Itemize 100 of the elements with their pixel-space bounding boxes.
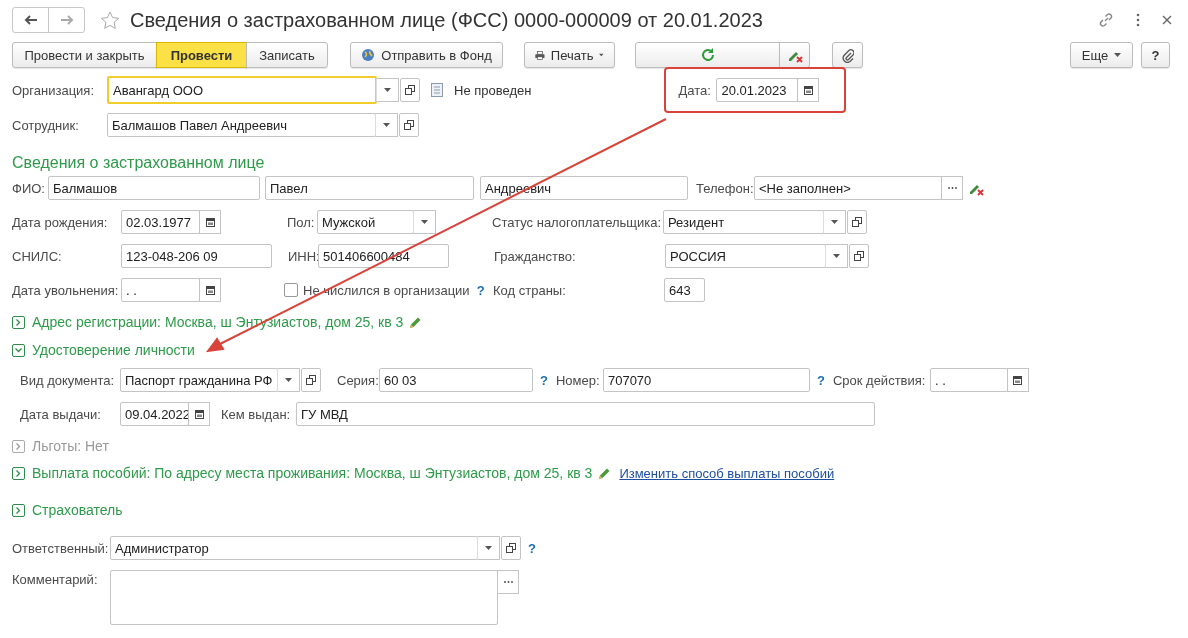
- dropdown-button[interactable]: [477, 536, 500, 560]
- help-link[interactable]: ?: [476, 282, 485, 298]
- dropdown-button[interactable]: [376, 78, 399, 102]
- field-label: Дата рождения:: [12, 214, 109, 230]
- open-button[interactable]: [400, 78, 420, 102]
- open-button[interactable]: [399, 113, 419, 137]
- field-label: ФИО:: [12, 180, 46, 196]
- open-button[interactable]: [847, 210, 867, 234]
- window-icon: [405, 85, 415, 95]
- calendar-button[interactable]: [797, 78, 820, 102]
- caret-icon: [383, 123, 390, 127]
- toolbar-button[interactable]: Записать: [246, 42, 328, 68]
- input-field[interactable]: 20.01.2023: [716, 78, 799, 102]
- group-title[interactable]: Страхователь: [32, 502, 123, 518]
- toolbar-button[interactable]: Провести и закрыть: [12, 42, 157, 68]
- dropdown-button[interactable]: [825, 244, 848, 268]
- calendar-icon: [803, 85, 813, 95]
- input-field[interactable]: . .: [121, 278, 200, 302]
- field-label: Номер:: [555, 372, 601, 388]
- attach-button[interactable]: [832, 42, 863, 68]
- field-label: Гражданство:: [494, 248, 577, 264]
- pencil-icon[interactable]: [598, 466, 612, 480]
- expander-button[interactable]: [12, 315, 25, 329]
- caret-icon: [421, 220, 428, 224]
- checkbox-label[interactable]: Не числился в организации: [303, 282, 470, 298]
- field-label: Телефон:: [696, 180, 754, 196]
- pencil-icon[interactable]: [409, 315, 423, 329]
- group-title[interactable]: Выплата пособий: По адресу места проживания: Москва, ш Энтузиастов, дом 25, кв 3: [32, 465, 593, 481]
- field-label: Срок действия:: [832, 372, 927, 388]
- input-field[interactable]: 707070: [602, 368, 810, 392]
- field-label: Дата увольнения:: [12, 282, 120, 298]
- chevron-down-icon: [15, 347, 22, 353]
- field-label: Дата выдачи:: [20, 406, 102, 422]
- close-icon[interactable]: [1162, 15, 1172, 25]
- help-link[interactable]: ?: [540, 372, 548, 388]
- print-button[interactable]: Печать: [524, 42, 615, 68]
- change-payment-link[interactable]: Изменить способ выплаты пособий: [619, 465, 835, 481]
- open-button[interactable]: [849, 244, 869, 268]
- input-field[interactable]: 02.03.1977: [121, 210, 200, 234]
- calendar-icon: [194, 409, 204, 419]
- help-link[interactable]: ?: [816, 372, 825, 388]
- input-field[interactable]: ГУ МВД: [296, 402, 875, 426]
- document-icon: [431, 83, 443, 97]
- input-field[interactable]: РОССИЯ: [665, 244, 826, 268]
- input-field[interactable]: 123-048-206 09: [121, 244, 272, 268]
- field-label: Код страны:: [493, 282, 567, 298]
- more-button[interactable]: Еще: [1070, 42, 1133, 68]
- window-title: Сведения о застрахованном лице (ФСС) 0000-000009 от 20.01.2023: [130, 8, 763, 32]
- dropdown-button[interactable]: [823, 210, 846, 234]
- input-field[interactable]: Балмашов Павел Андреевич: [107, 113, 376, 137]
- field-label: Статус налогоплательщика:: [492, 214, 663, 230]
- calendar-button[interactable]: [188, 402, 210, 426]
- toolbar-button[interactable]: Провести: [156, 42, 247, 68]
- input-field[interactable]: <Не заполнен>: [754, 176, 942, 200]
- window-icon: [852, 217, 862, 227]
- caret-icon: [833, 254, 840, 258]
- expander-button[interactable]: [12, 466, 25, 480]
- clear-button[interactable]: [779, 42, 810, 68]
- dropdown-button[interactable]: [413, 210, 436, 234]
- help-link[interactable]: ?: [528, 540, 536, 556]
- calendar-button[interactable]: [199, 210, 221, 234]
- forward-arrow-icon: [59, 15, 74, 25]
- input-field[interactable]: Администратор: [110, 536, 478, 560]
- input-field[interactable]: . .: [929, 368, 1008, 392]
- checkbox[interactable]: [284, 283, 298, 297]
- open-button[interactable]: [301, 368, 321, 392]
- input-field[interactable]: Резидент: [663, 210, 824, 234]
- star-icon[interactable]: [100, 10, 120, 30]
- calendar-icon: [205, 285, 215, 295]
- expander-button[interactable]: [12, 343, 25, 357]
- input-field[interactable]: Балмашов: [48, 176, 260, 200]
- input-field[interactable]: Авангард ООО: [107, 76, 377, 104]
- field-label: Пол:: [287, 214, 316, 230]
- window-icon: [506, 543, 516, 553]
- window-icon: [404, 120, 414, 130]
- calendar-button[interactable]: [1006, 368, 1029, 392]
- input-field[interactable]: 643: [664, 278, 705, 302]
- input-field[interactable]: Мужской: [317, 210, 414, 234]
- posting-status: Не проведен: [454, 82, 532, 98]
- expander-button[interactable]: [12, 503, 25, 517]
- caret-icon: [1114, 53, 1122, 57]
- dropdown-button[interactable]: [375, 113, 398, 137]
- link-icon[interactable]: [1098, 12, 1114, 28]
- calendar-icon: [1013, 375, 1023, 385]
- group-title[interactable]: Удостоверение личности: [32, 342, 195, 358]
- input-field[interactable]: 09.04.2022: [120, 402, 189, 426]
- chevron-right-icon: [16, 506, 21, 514]
- input-field[interactable]: Паспорт гражданина РФ: [120, 368, 278, 392]
- open-button[interactable]: [501, 536, 521, 560]
- field-label: Комментарий:: [12, 572, 99, 587]
- menu-icon[interactable]: [1136, 13, 1140, 27]
- input-field[interactable]: 60 03: [379, 368, 533, 392]
- dropdown-button[interactable]: [277, 368, 300, 392]
- field-label: Ответственный:: [12, 540, 110, 556]
- calendar-button[interactable]: [199, 278, 221, 302]
- help-button[interactable]: ?: [1141, 42, 1170, 68]
- send-button[interactable]: Отправить в Фонд: [350, 42, 503, 68]
- input-field[interactable]: Павел: [265, 176, 474, 200]
- field-label: СНИЛС:: [12, 248, 63, 264]
- refresh-button[interactable]: [635, 42, 780, 68]
